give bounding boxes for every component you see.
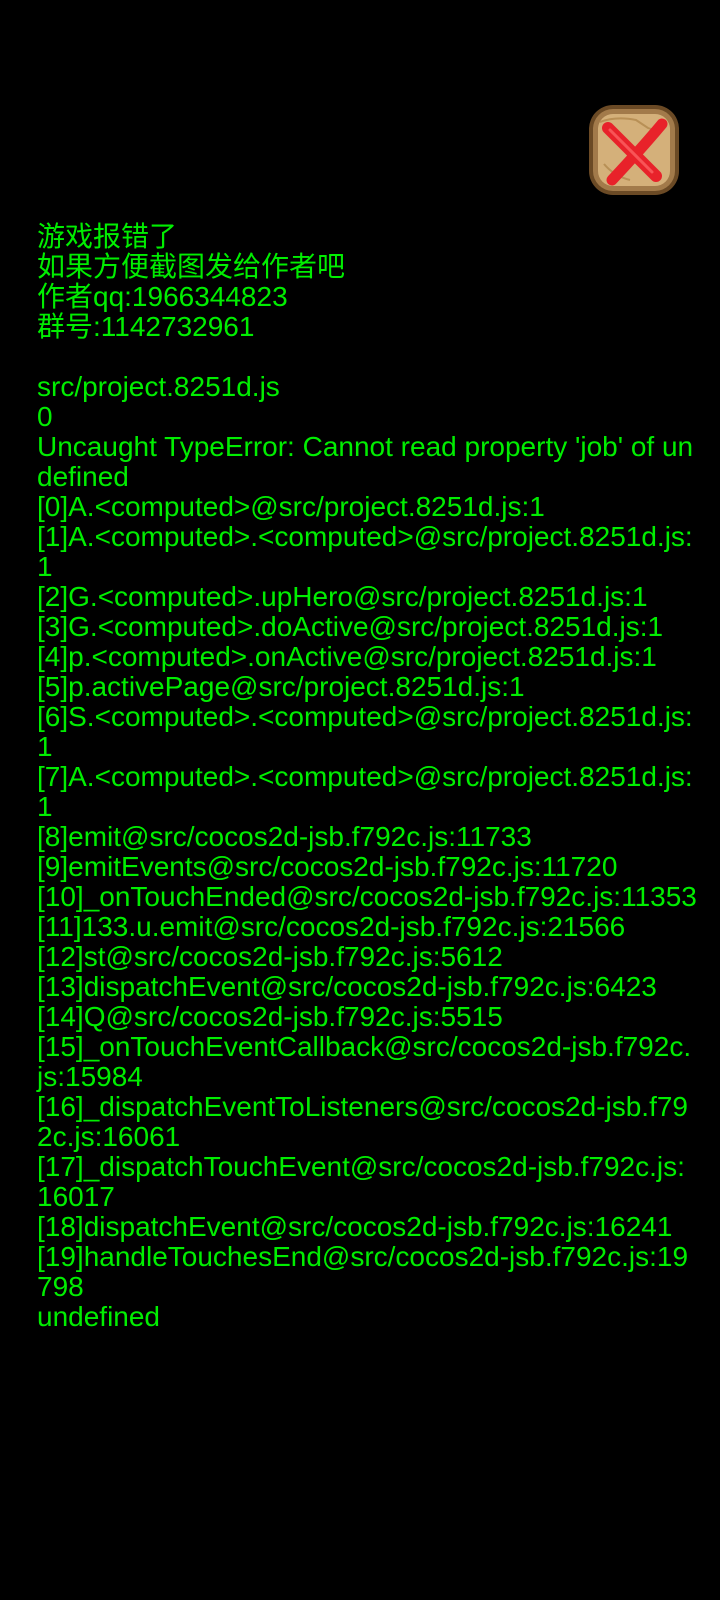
close-button[interactable] [586, 102, 682, 198]
stack-frame: [13]dispatchEvent@src/cocos2d-jsb.f792c.… [37, 971, 657, 1002]
stack-frame: [1]A.<computed>.<computed>@src/project.8… [37, 521, 693, 582]
stack-frame: [10]_onTouchEnded@src/cocos2d-jsb.f792c.… [37, 881, 697, 912]
stack-frame: [15]_onTouchEventCallback@src/cocos2d-js… [37, 1031, 692, 1092]
stack-frame: [5]p.activePage@src/project.8251d.js:1 [37, 671, 525, 702]
stack-frame: [4]p.<computed>.onActive@src/project.825… [37, 641, 657, 672]
stack-frame: [14]Q@src/cocos2d-jsb.f792c.js:5515 [37, 1001, 503, 1032]
stack-frame: [0]A.<computed>@src/project.8251d.js:1 [37, 491, 545, 522]
stack-frame: [16]_dispatchEventToListeners@src/cocos2… [37, 1091, 688, 1152]
stack-frame: [7]A.<computed>.<computed>@src/project.8… [37, 761, 693, 822]
error-log: 游戏报错了 如果方便截图发给作者吧 作者qq:1966344823 群号:114… [37, 222, 697, 1332]
stack-frame: [6]S.<computed>.<computed>@src/project.8… [37, 701, 693, 762]
stack-frame: [12]st@src/cocos2d-jsb.f792c.js:5612 [37, 941, 503, 972]
stack-frame: [19]handleTouchesEnd@src/cocos2d-jsb.f79… [37, 1241, 689, 1302]
error-instruction: 如果方便截图发给作者吧 [37, 251, 346, 282]
stack-frame: [18]dispatchEvent@src/cocos2d-jsb.f792c.… [37, 1211, 673, 1242]
author-qq: 作者qq:1966344823 [37, 281, 288, 312]
group-number: 群号:1142732961 [37, 311, 255, 342]
stack-frame: [9]emitEvents@src/cocos2d-jsb.f792c.js:1… [37, 851, 618, 882]
stack-frame: [2]G.<computed>.upHero@src/project.8251d… [37, 581, 648, 612]
error-file: src/project.8251d.js [37, 371, 280, 402]
error-footer: undefined [37, 1301, 161, 1332]
stack-frame: [3]G.<computed>.doActive@src/project.825… [37, 611, 664, 642]
error-message: Uncaught TypeError: Cannot read property… [37, 431, 694, 492]
stack-frame: [17]_dispatchTouchEvent@src/cocos2d-jsb.… [37, 1151, 685, 1212]
stack-frame: [8]emit@src/cocos2d-jsb.f792c.js:11733 [37, 821, 532, 852]
error-title: 游戏报错了 [37, 221, 178, 252]
error-code: 0 [37, 401, 53, 432]
stack-frame: [11]133.u.emit@src/cocos2d-jsb.f792c.js:… [37, 911, 626, 942]
red-x-icon [589, 105, 679, 195]
